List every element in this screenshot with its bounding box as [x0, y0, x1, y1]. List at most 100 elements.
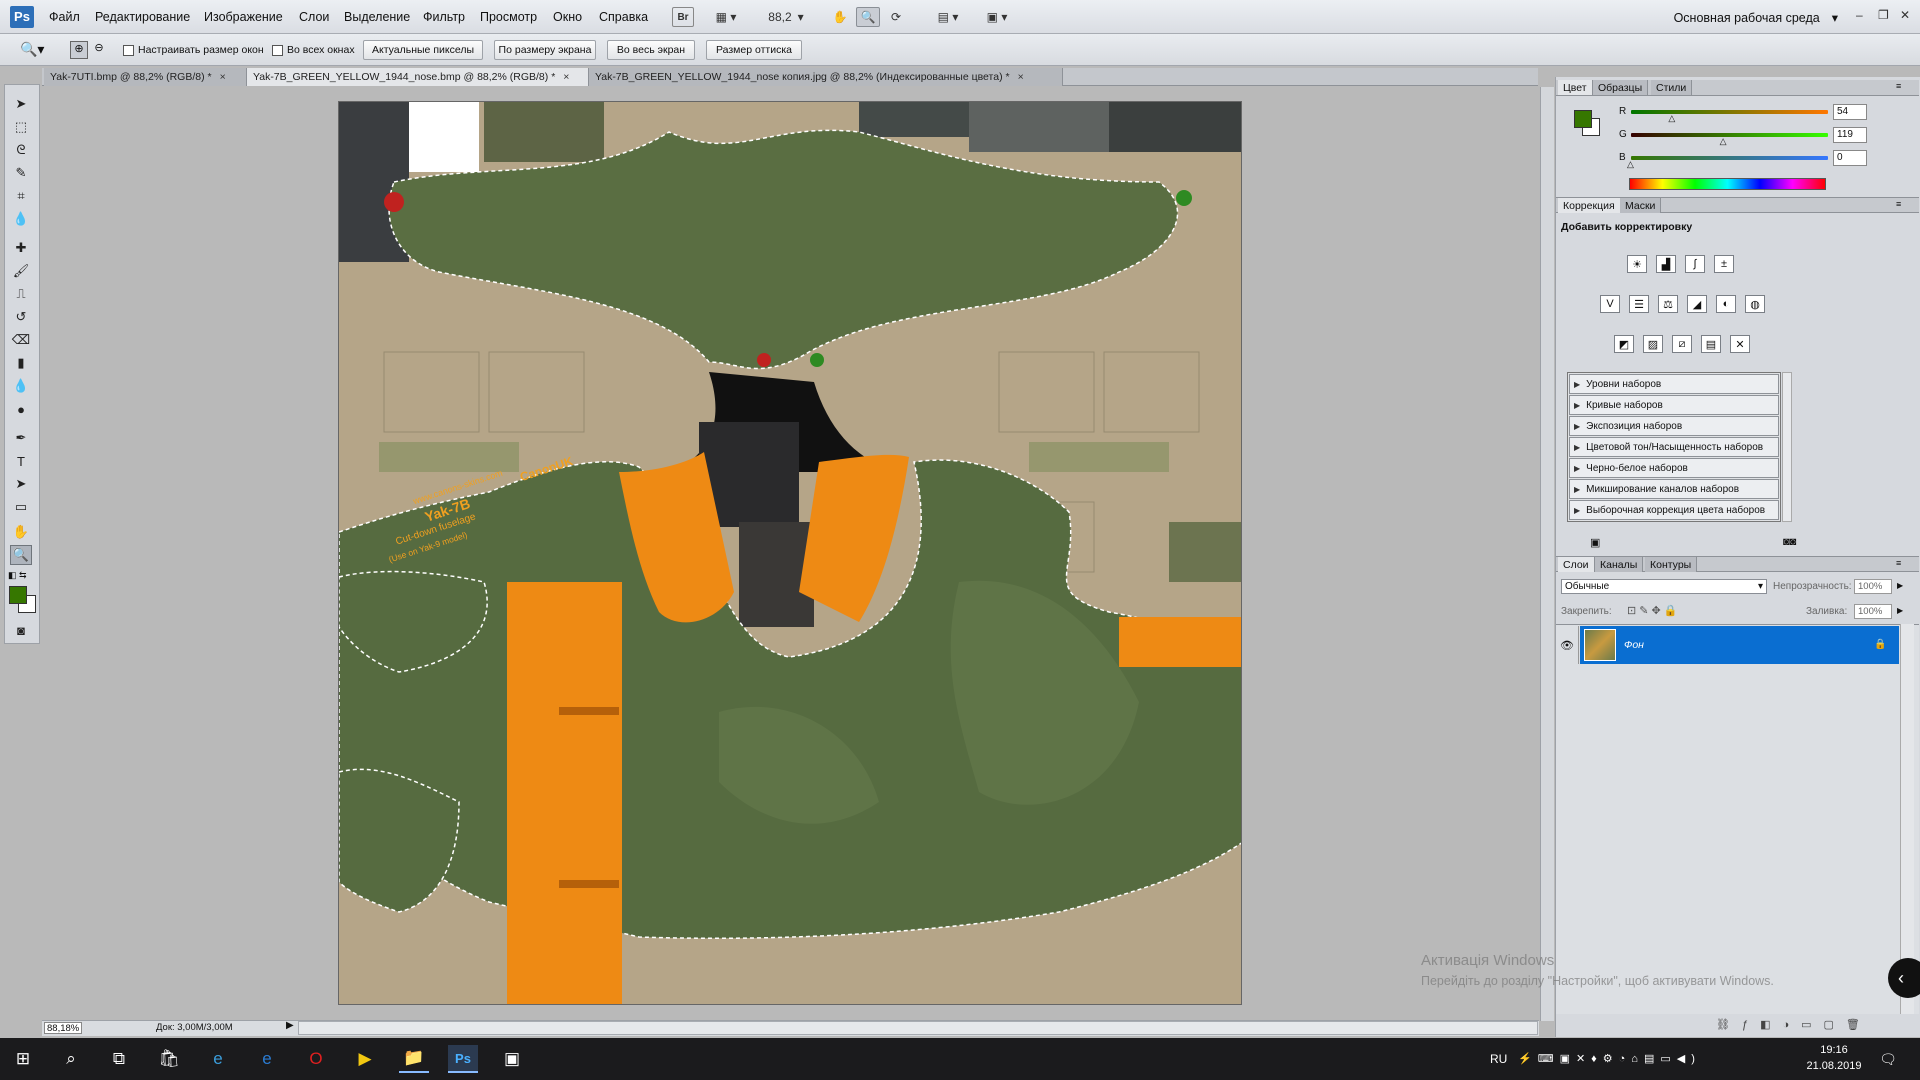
zoom-out-icon[interactable]: ⊖	[90, 41, 108, 59]
clone-stamp-icon[interactable]: ⎍	[10, 284, 32, 304]
channel-mixer-icon[interactable]: ◍	[1745, 295, 1765, 313]
tab-styles[interactable]: Стили	[1651, 80, 1693, 95]
blend-mode-dropdown[interactable]: Обычные ▾	[1561, 579, 1767, 594]
photo-filter-icon[interactable]: ◐	[1716, 295, 1736, 313]
invert-icon[interactable]: ◩	[1614, 335, 1634, 353]
windows-start-icon[interactable]: ⊞	[8, 1045, 38, 1073]
quick-mask-icon[interactable]: ◙	[10, 620, 32, 640]
exposure-icon[interactable]: ±	[1714, 255, 1734, 273]
brightness-icon[interactable]: ☀	[1627, 255, 1647, 273]
clock-time[interactable]: 19:16	[1806, 1044, 1862, 1056]
tab-channels[interactable]: Каналы	[1595, 557, 1644, 572]
menu-filter[interactable]: Фильтр	[423, 10, 465, 24]
zoom-tool-button[interactable]: 🔍	[856, 7, 880, 27]
layer-name[interactable]: Фон	[1624, 639, 1644, 651]
gradient-tool-icon[interactable]: ▮	[10, 353, 32, 373]
posterize-icon[interactable]: ▨	[1643, 335, 1663, 353]
preset-exposure[interactable]: ▶ Экспозиция наборов	[1569, 416, 1779, 436]
doc-tab-yak7b-nose[interactable]: Yak-7B_GREEN_YELLOW_1944_nose.bmp @ 88,2…	[247, 68, 589, 86]
close-icon[interactable]: ×	[563, 71, 569, 83]
red-slider-track[interactable]	[1631, 110, 1828, 114]
eraser-tool-icon[interactable]: ⌫	[10, 330, 32, 350]
preset-levels[interactable]: ▶ Уровни наборов	[1569, 374, 1779, 394]
menu-file[interactable]: Файл	[49, 10, 80, 24]
tab-paths[interactable]: Контуры	[1645, 557, 1698, 572]
doc-tab-yak7b-copy[interactable]: Yak-7B_GREEN_YELLOW_1944_nose копия.jpg …	[589, 68, 1063, 86]
blue-value-field[interactable]: 0	[1833, 150, 1867, 166]
vibrance-icon[interactable]: V	[1600, 295, 1620, 313]
fill-field[interactable]: 100%	[1854, 604, 1892, 619]
levels-icon[interactable]: ▟	[1656, 255, 1676, 273]
green-value-field[interactable]: 119	[1833, 127, 1867, 143]
menu-window[interactable]: Окно	[553, 10, 582, 24]
blur-tool-icon[interactable]: 💧	[10, 376, 32, 396]
file-explorer-icon[interactable]: 📁	[399, 1045, 429, 1073]
app-window-icon[interactable]: ▣	[497, 1045, 527, 1073]
chevron-left-icon[interactable]: ‹	[1888, 958, 1920, 998]
tab-adjustments[interactable]: Коррекция	[1558, 198, 1621, 213]
tray-icons[interactable]: ⚡⌨▣✕♦⚙◔⌂▤▭◀)	[1518, 1052, 1701, 1065]
shape-tool-icon[interactable]: ▭	[10, 497, 32, 517]
fit-screen-button[interactable]: По размеру экрана	[494, 40, 596, 60]
bridge-button[interactable]: Br	[672, 7, 694, 27]
horizontal-scrollbar[interactable]	[298, 1021, 1538, 1035]
zoom-level-dropdown[interactable]: 88,2 ▾	[763, 7, 809, 27]
workspace-switcher[interactable]: Основная рабочая среда ▾	[1674, 10, 1838, 25]
blue-slider-thumb[interactable]: △	[1627, 159, 1634, 170]
healing-brush-icon[interactable]: ✚	[10, 238, 32, 258]
preset-channel-mixer[interactable]: ▶ Микширование каналов наборов	[1569, 479, 1779, 499]
path-select-icon[interactable]: ➤	[10, 474, 32, 494]
zoom-tool-icon[interactable]: 🔍	[10, 545, 32, 565]
foreground-color-swatch[interactable]	[1574, 110, 1592, 128]
document-canvas[interactable]: www.canons-skins.com CanonUK Yak-7B Cut-…	[338, 101, 1242, 1005]
minimize-button[interactable]: –	[1856, 8, 1863, 22]
actual-pixels-button[interactable]: Актуальные пикселы	[363, 40, 483, 60]
clock-date[interactable]: 21.08.2019	[1806, 1060, 1862, 1072]
edge-icon[interactable]: e	[203, 1045, 233, 1073]
panel-menu-icon[interactable]: ≡	[1896, 81, 1901, 91]
opacity-field[interactable]: 100%	[1854, 579, 1892, 594]
green-slider-thumb[interactable]: △	[1720, 136, 1727, 147]
search-icon[interactable]: ⌕	[56, 1045, 86, 1073]
close-icon[interactable]: ×	[1018, 71, 1024, 83]
menu-edit[interactable]: Редактирование	[95, 10, 190, 24]
zoom-in-icon[interactable]: ⊕	[70, 41, 88, 59]
all-windows-checkbox[interactable]: Во всех окнах	[272, 44, 355, 56]
layer-visibility-eye-icon[interactable]: 👁	[1556, 626, 1579, 664]
color-spectrum-ramp[interactable]	[1629, 178, 1826, 190]
ie-icon[interactable]: e	[252, 1045, 282, 1073]
blue-slider-track[interactable]	[1631, 156, 1828, 160]
preset-hue-saturation[interactable]: ▶ Цветовой тон/Насыщенность наборов	[1569, 437, 1779, 457]
marquee-tool-icon[interactable]: ⬚	[10, 117, 32, 137]
opacity-arrow-icon[interactable]: ▶	[1897, 581, 1903, 590]
doc-tab-yak7uti[interactable]: Yak-7UTI.bmp @ 88,2% (RGB/8) * ×	[44, 68, 247, 86]
menu-help[interactable]: Справка	[599, 10, 648, 24]
tab-swatches[interactable]: Образцы	[1593, 80, 1649, 95]
history-brush-icon[interactable]: ↺	[10, 307, 32, 327]
notifications-icon[interactable]: 🗨	[1873, 1045, 1903, 1073]
zoom-field[interactable]: 88,18%	[44, 1022, 82, 1034]
presets-scrollbar[interactable]	[1782, 372, 1792, 522]
tab-layers[interactable]: Слои	[1558, 557, 1595, 572]
dodge-tool-icon[interactable]: ●	[10, 399, 32, 419]
task-view-icon[interactable]: ⧉	[104, 1045, 134, 1073]
menu-layers[interactable]: Слои	[299, 10, 329, 24]
fill-screen-button[interactable]: Во весь экран	[607, 40, 695, 60]
panel-menu-icon[interactable]: ≡	[1896, 558, 1901, 568]
tab-color[interactable]: Цвет	[1558, 80, 1593, 95]
lock-icons[interactable]: ⊡ ✎ ✥ 🔒	[1627, 604, 1678, 617]
green-slider-track[interactable]	[1631, 133, 1828, 137]
hue-saturation-icon[interactable]: ☰	[1629, 295, 1649, 313]
menu-select[interactable]: Выделение	[344, 10, 410, 24]
preset-selective-color[interactable]: ▶ Выборочная коррекция цвета наборов	[1569, 500, 1779, 520]
layers-scrollbar[interactable]	[1900, 624, 1914, 1014]
panel-menu-icon[interactable]: ≡	[1896, 199, 1901, 209]
opera-icon[interactable]: O	[301, 1045, 331, 1073]
hand-tool-button[interactable]: ✋	[828, 7, 852, 27]
fill-arrow-icon[interactable]: ▶	[1897, 606, 1903, 615]
rotate-view-button[interactable]: ⟳	[884, 7, 908, 27]
resize-windows-checkbox[interactable]: Настраивать размер окон	[123, 44, 264, 56]
photoshop-taskbar-icon[interactable]: Ps	[448, 1045, 478, 1073]
arrange-documents-button[interactable]: ▤ ▾	[930, 7, 966, 27]
print-size-button[interactable]: Размер оттиска	[706, 40, 802, 60]
